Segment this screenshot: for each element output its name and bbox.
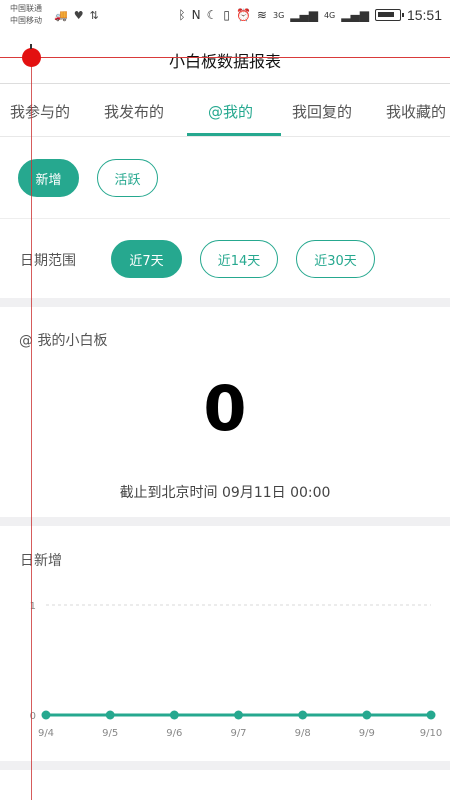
tab-replied[interactable]: 我回复的 [292, 101, 352, 122]
active-toggle-button[interactable]: 活跃 [97, 159, 158, 197]
x-tick-label: 9/5 [102, 728, 118, 739]
guide-line-horizontal [0, 57, 450, 58]
range-7-days-button[interactable]: 近7天 [111, 240, 182, 278]
alarm-icon: ⏰ [235, 8, 251, 22]
x-tick-label: 9/10 [420, 728, 442, 739]
page-title: 小白板数据报表 [168, 52, 281, 71]
data-point [234, 710, 243, 720]
truck-icon: 🚚 [54, 9, 68, 22]
usb-icon: ⇅ [89, 9, 99, 22]
vibrate-icon: ▯ [223, 8, 230, 22]
section-gap-3 [0, 761, 450, 770]
new-toggle-button[interactable]: 新增 [18, 159, 79, 197]
x-tick-label: 9/4 [38, 728, 54, 739]
app-header: 小白板数据报表 [0, 32, 450, 84]
tab-mentions[interactable]: @我的 [208, 101, 253, 122]
range-14-days-button[interactable]: 近14天 [200, 240, 278, 278]
data-point [105, 710, 115, 720]
heart-icon: ♥ [73, 9, 84, 22]
signal-icon: ▂▄▆ [290, 8, 318, 22]
x-tick-label: 9/6 [166, 728, 182, 739]
signal-icon-2: ▂▄▆ [341, 8, 369, 22]
daily-new-chart: 019/4 9/5 9/6 9/7 9/8 9/9 9/10 [30, 601, 443, 739]
tab-participated[interactable]: 我参与的 [10, 101, 70, 122]
moon-icon: ☾ [206, 8, 218, 22]
data-point [169, 710, 179, 720]
summary-title: @ 我的小白板 [19, 333, 108, 349]
carrier-1: 中国联通 [10, 4, 42, 13]
section-gap-2 [0, 517, 450, 526]
daily-chart-title: 日新增 [20, 553, 62, 569]
data-point [298, 710, 308, 720]
x-tick-label: 9/8 [295, 728, 311, 739]
tab-active-indicator [187, 133, 281, 136]
data-point [41, 710, 51, 720]
status-icons: ᛒ N ☾ ▯ ⏰ ≋ 3G ▂▄▆ 4G ▂▄▆ 15:51 [178, 7, 442, 23]
notification-icons: 🚚 ♥ ⇅ [54, 9, 99, 22]
clock: 15:51 [406, 7, 442, 23]
nfc-icon: N [191, 8, 201, 22]
as-of-time: 截止到北京时间 09月11日 00:00 [119, 485, 331, 501]
carrier-info: 中国联通 中国移动 [10, 3, 42, 27]
network-type-1: 3G [272, 10, 285, 20]
tab-bar: 我参与的 我发布的 @我的 我回复的 我收藏的 [0, 85, 450, 137]
bluetooth-icon: ᛒ [178, 8, 186, 22]
tab-published[interactable]: 我发布的 [104, 101, 164, 122]
carrier-2: 中国移动 [10, 16, 42, 25]
wifi-icon: ≋ [256, 8, 267, 22]
divider [0, 218, 450, 219]
guide-line-vertical [31, 50, 32, 800]
network-type-2: 4G [323, 10, 336, 20]
status-bar: 中国联通 中国移动 🚚 ♥ ⇅ ᛒ N ☾ ▯ ⏰ ≋ 3G ▂▄▆ 4G ▂▄… [0, 0, 450, 32]
apple-icon[interactable] [22, 44, 41, 67]
section-gap [0, 298, 450, 307]
battery-icon [374, 9, 404, 21]
battery-fill [377, 12, 394, 17]
range-30-days-button[interactable]: 近30天 [296, 240, 375, 278]
x-tick-label: 9/9 [359, 728, 375, 739]
summary-value: 0 [203, 372, 247, 445]
date-range-label: 日期范围 [20, 253, 76, 269]
tab-favorites[interactable]: 我收藏的 [386, 101, 446, 122]
x-tick-label: 9/7 [230, 728, 246, 739]
data-point [362, 710, 372, 720]
data-point [426, 710, 436, 720]
